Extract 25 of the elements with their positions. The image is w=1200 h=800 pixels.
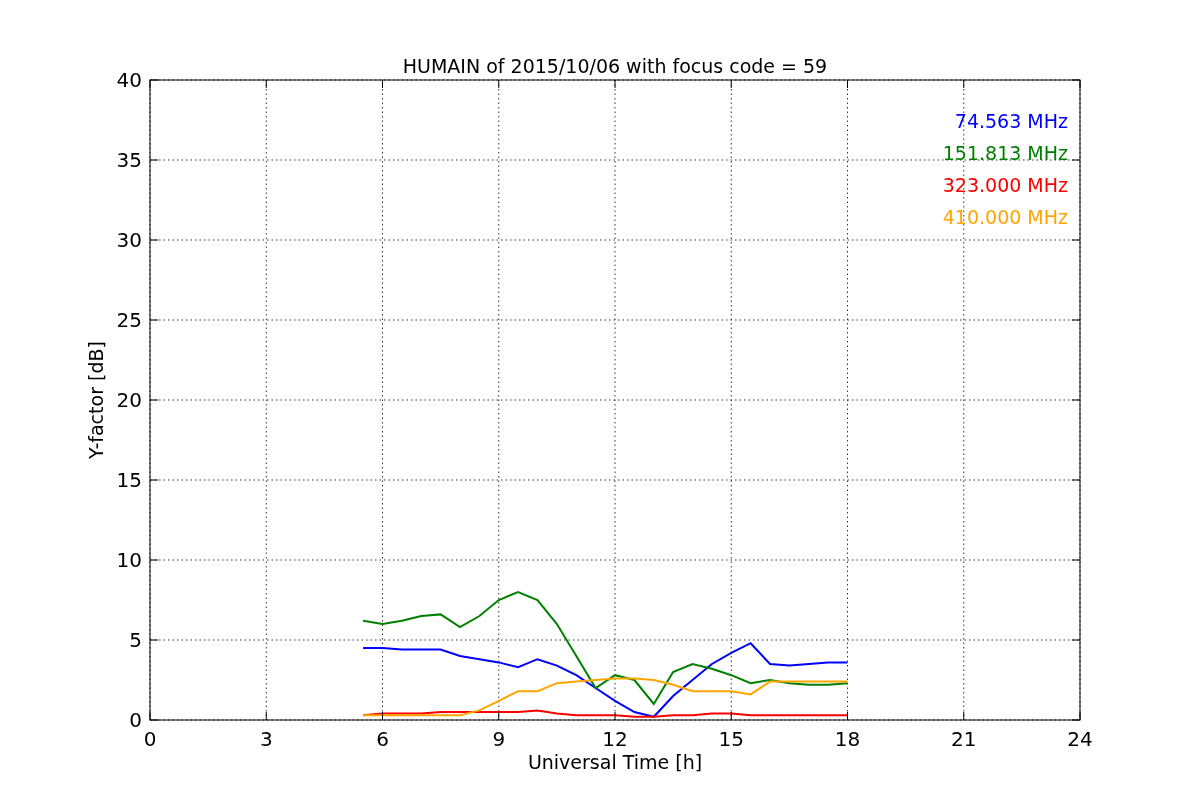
tick-label: 35 <box>116 148 142 172</box>
tick-label: 15 <box>718 727 744 751</box>
tick-label: 10 <box>116 548 142 572</box>
tick-label: 6 <box>376 727 389 751</box>
legend-label: 151.813 MHz <box>942 142 1068 164</box>
y-axis-label: Y-factor [dB] <box>85 341 107 459</box>
tick-label: 0 <box>129 708 142 732</box>
tick-label: 24 <box>1067 727 1093 751</box>
tick-label: 18 <box>834 727 861 751</box>
tick-label: 9 <box>492 727 506 751</box>
tick-label: 25 <box>116 308 142 332</box>
tick-label: 20 <box>116 388 142 412</box>
tick-label: 0 <box>143 727 157 751</box>
tick-label: 12 <box>602 727 628 751</box>
tick-label: 40 <box>116 68 142 92</box>
tick-label: 30 <box>116 228 142 252</box>
tick-label: 5 <box>129 628 142 652</box>
chart-title: HUMAIN of 2015/10/06 with focus code = 59 <box>402 55 828 77</box>
legend-label: 74.563 MHz <box>954 110 1068 132</box>
legend-label: 410.000 MHz <box>942 206 1068 228</box>
tick-label: 15 <box>116 468 142 492</box>
legend-label: 323.000 MHz <box>942 174 1068 196</box>
tick-label: 21 <box>951 727 977 751</box>
tick-label: 3 <box>259 727 273 751</box>
x-axis-label: Universal Time [h] <box>527 751 703 773</box>
